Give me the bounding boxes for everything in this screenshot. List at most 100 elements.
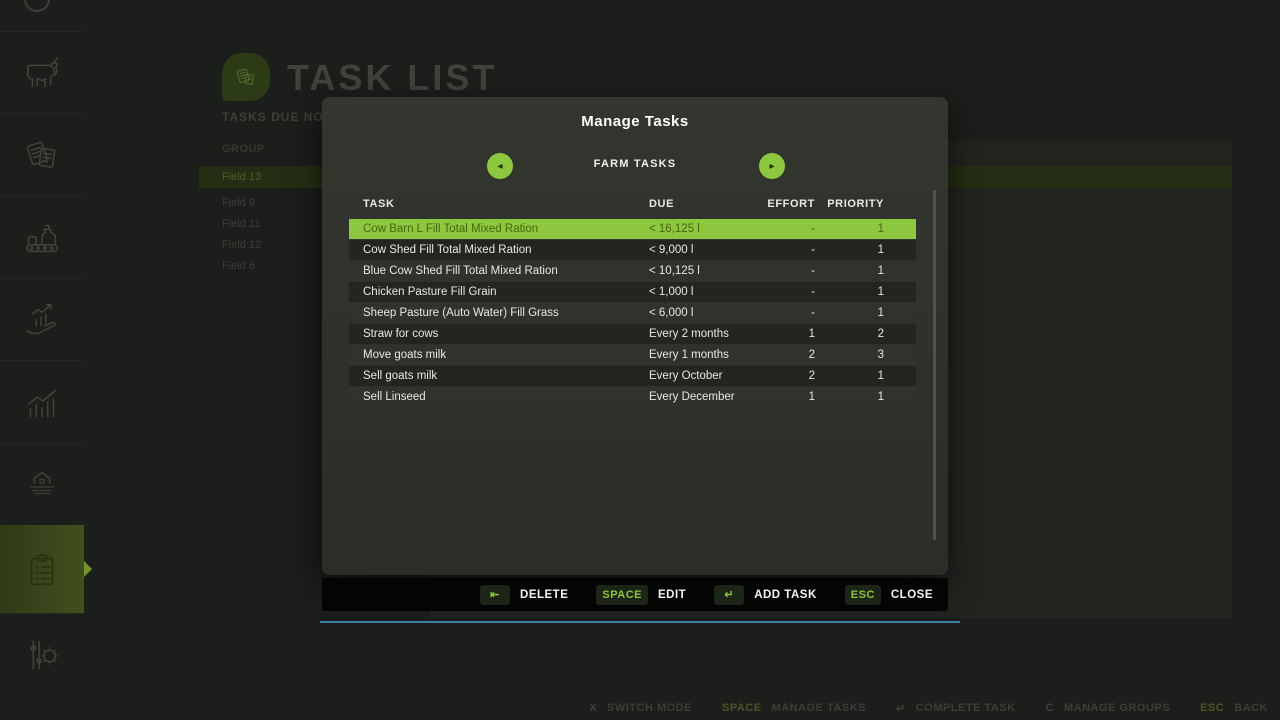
sidebar-item-farm-brand [0, 444, 84, 526]
hint-key: ↵ [896, 702, 906, 715]
cell-due: Every October [649, 370, 759, 382]
cell-task: Straw for cows [349, 328, 649, 340]
notes-icon [231, 62, 261, 92]
hint-key: ESC [1200, 702, 1224, 714]
cell-priority: 1 [815, 286, 916, 298]
table-row[interactable]: Blue Cow Shed Fill Total Mixed Ration < … [349, 261, 916, 281]
cell-effort: 2 [759, 349, 815, 361]
hint-button[interactable]: ESC CLOSE [845, 585, 933, 605]
hint-button[interactable]: ⇤ DELETE [480, 585, 568, 605]
dialog-hint-bar: ⇤ DELETE SPACE EDIT ↵ ADD TASK ESC CLOSE [322, 578, 948, 611]
hint-label: DELETE [520, 589, 568, 601]
hint-label: MANAGE TASKS [772, 702, 866, 714]
chevron-right-icon: ▸ [769, 161, 774, 172]
table-row[interactable]: Cow Shed Fill Total Mixed Ration < 9,000… [349, 240, 916, 260]
cell-task: Sell goats milk [349, 370, 649, 382]
tasks-table: TASK DUE EFFORT PRIORITY Cow Barn L Fill… [349, 196, 916, 408]
cell-due: < 10,125 l [649, 265, 759, 277]
sidebar-selection-arrow [84, 561, 92, 577]
table-scrollbar[interactable] [933, 190, 936, 540]
cell-effort: - [759, 244, 815, 256]
cell-task: Sheep Pasture (Auto Water) Fill Grass [349, 307, 649, 319]
sidebar-item-contracts [0, 114, 84, 196]
hint-label: BACK [1234, 702, 1268, 714]
table-row[interactable]: Cow Barn L Fill Total Mixed Ration < 16,… [349, 219, 916, 239]
cell-due: Every 2 months [649, 328, 759, 340]
table-body: Cow Barn L Fill Total Mixed Ration < 16,… [349, 219, 916, 407]
column-priority: PRIORITY [815, 198, 916, 210]
hint-label: MANAGE GROUPS [1064, 702, 1170, 714]
group-row: Field 11 [222, 214, 260, 234]
cell-task: Sell Linseed [349, 391, 649, 403]
documents-icon [19, 132, 65, 178]
cell-priority: 1 [815, 223, 916, 235]
cell-effort: - [759, 265, 815, 277]
task-list-icon [19, 546, 65, 592]
cell-priority: 1 [815, 307, 916, 319]
cell-effort: 1 [759, 391, 815, 403]
cell-effort: 2 [759, 370, 815, 382]
background-hint-bar: X SWITCH MODE SPACE MANAGE TASKS ↵ COMPL… [589, 698, 1268, 718]
blue-divider [320, 621, 960, 623]
hint-button[interactable]: ↵ ADD TASK [714, 585, 817, 605]
group-row: Field 9 [222, 193, 255, 213]
hint-item: X SWITCH MODE [589, 702, 692, 714]
cell-due: < 9,000 l [649, 244, 759, 256]
cell-due: < 1,000 l [649, 286, 759, 298]
cell-due: < 6,000 l [649, 307, 759, 319]
cell-task: Chicken Pasture Fill Grain [349, 286, 649, 298]
column-effort: EFFORT [759, 198, 815, 210]
group-row: Field 12 [222, 235, 261, 255]
sidebar-item-statistics [0, 361, 84, 443]
task-list-page-icon [222, 53, 270, 101]
table-row[interactable]: Move goats milk Every 1 months 2 3 [349, 345, 916, 365]
cell-task: Move goats milk [349, 349, 649, 361]
tab-tasks-due-now: TASKS DUE NOW [222, 110, 336, 124]
cell-due: < 16,125 l [649, 223, 759, 235]
key-badge: SPACE [596, 585, 648, 605]
hint-item: C MANAGE GROUPS [1046, 702, 1171, 714]
hint-key: C [1046, 702, 1054, 714]
cell-effort: - [759, 223, 815, 235]
sliders-gear-icon [19, 632, 65, 678]
group-row-label: Field 13 [222, 171, 261, 183]
table-row[interactable]: Sell Linseed Every December 1 1 [349, 387, 916, 407]
key-badge: ↵ [714, 585, 744, 605]
sidebar-item-animals [0, 32, 84, 114]
table-row[interactable]: Straw for cows Every 2 months 1 2 [349, 324, 916, 344]
sidebar-item-finances [0, 279, 84, 361]
hint-label: EDIT [658, 589, 686, 601]
farm-logo-icon [19, 462, 65, 508]
cell-priority: 3 [815, 349, 916, 361]
sidebar-item-settings [0, 614, 84, 696]
hint-label: ADD TASK [754, 589, 817, 601]
sidebar-item-task-list [0, 525, 84, 613]
bar-chart-icon [19, 379, 65, 425]
dialog-title: Manage Tasks [322, 113, 948, 130]
group-column-header: GROUP [222, 143, 265, 155]
hint-key: X [589, 702, 597, 714]
hint-item: SPACE MANAGE TASKS [722, 702, 866, 714]
cell-effort: 1 [759, 328, 815, 340]
cell-priority: 2 [815, 328, 916, 340]
cell-task: Cow Shed Fill Total Mixed Ration [349, 244, 649, 256]
next-category-button[interactable]: ▸ [759, 153, 785, 179]
cell-priority: 1 [815, 244, 916, 256]
table-row[interactable]: Sheep Pasture (Auto Water) Fill Grass < … [349, 303, 916, 323]
key-badge: ⇤ [480, 585, 510, 605]
hand-chart-icon [19, 297, 65, 343]
column-task: TASK [349, 198, 649, 210]
hint-button[interactable]: SPACE EDIT [596, 585, 686, 605]
table-header: TASK DUE EFFORT PRIORITY [349, 196, 916, 212]
category-label: FARM TASKS [322, 158, 948, 170]
cell-priority: 1 [815, 370, 916, 382]
cell-effort: - [759, 286, 815, 298]
column-due: DUE [649, 198, 759, 210]
cell-task: Blue Cow Shed Fill Total Mixed Ration [349, 265, 649, 277]
hint-key: SPACE [722, 702, 762, 714]
table-row[interactable]: Chicken Pasture Fill Grain < 1,000 l - 1 [349, 282, 916, 302]
table-row[interactable]: Sell goats milk Every October 2 1 [349, 366, 916, 386]
production-icon [19, 215, 65, 261]
manage-tasks-dialog: Manage Tasks ◂ FARM TASKS ▸ TASK DUE EFF… [322, 97, 948, 575]
cell-due: Every December [649, 391, 759, 403]
